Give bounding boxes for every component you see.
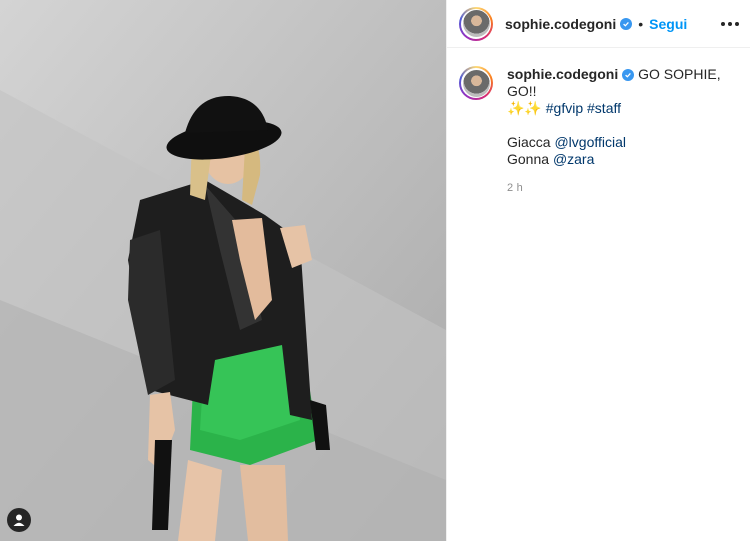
hashtag-gfvip[interactable]: #gfvip	[546, 100, 583, 116]
avatar[interactable]	[459, 6, 493, 41]
credit-jacket-label: Giacca	[507, 134, 555, 150]
separator-dot: •	[638, 15, 644, 32]
sparkles-emoji: ✨✨	[507, 100, 542, 116]
verified-badge-icon	[620, 17, 633, 30]
mention-zara[interactable]: @zara	[553, 151, 594, 167]
caption-username[interactable]: sophie.codegoni	[507, 66, 618, 82]
person-tag-icon[interactable]	[7, 508, 31, 532]
follow-button[interactable]: Segui	[649, 16, 687, 32]
post-side-panel: sophie.codegoni • Segui sophie.codegoni …	[446, 0, 750, 541]
post-timestamp[interactable]: 2 h	[507, 180, 739, 197]
caption-verified-badge-icon	[622, 69, 635, 82]
post-header: sophie.codegoni • Segui	[447, 0, 750, 48]
credit-skirt-label: Gonna	[507, 151, 553, 167]
caption: sophie.codegoni GO SOPHIE, GO!! ✨✨ #gfvi…	[447, 48, 750, 197]
mention-lvgofficial[interactable]: @lvgofficial	[554, 134, 626, 150]
caption-body: sophie.codegoni GO SOPHIE, GO!! ✨✨ #gfvi…	[507, 66, 739, 197]
hashtag-staff[interactable]: #staff	[587, 100, 621, 116]
caption-avatar[interactable]	[459, 66, 493, 100]
post-image[interactable]	[0, 0, 446, 541]
post-photo-illustration	[0, 0, 446, 541]
more-options-icon[interactable]	[721, 21, 739, 26]
header-username[interactable]: sophie.codegoni	[505, 16, 616, 32]
